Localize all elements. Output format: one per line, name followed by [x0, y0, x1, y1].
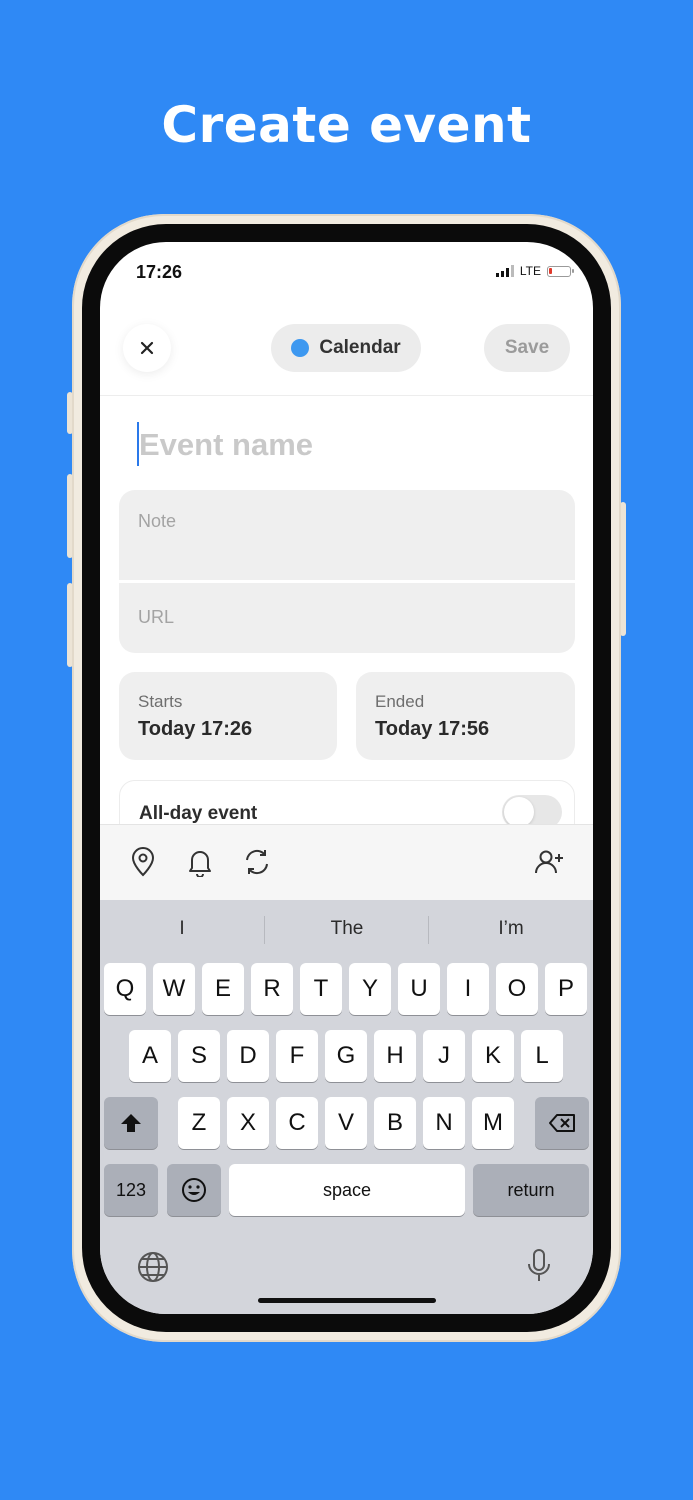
ends-picker[interactable]: Ended Today 17:56	[356, 672, 575, 760]
starts-label: Starts	[138, 692, 183, 711]
bell-icon	[189, 851, 211, 877]
key-r[interactable]: R	[251, 963, 293, 1015]
key-m[interactable]: M	[472, 1097, 514, 1149]
return-key[interactable]: return	[473, 1164, 589, 1216]
ends-label: Ended	[375, 692, 425, 711]
globe-button[interactable]	[136, 1250, 170, 1289]
event-name-input[interactable]: Event name	[139, 427, 313, 463]
backspace-icon	[549, 1114, 575, 1132]
key-k[interactable]: K	[472, 1030, 514, 1082]
shift-icon	[121, 1114, 141, 1132]
key-b[interactable]: B	[374, 1097, 416, 1149]
key-z[interactable]: Z	[178, 1097, 220, 1149]
dictation-button[interactable]	[526, 1248, 552, 1291]
key-n[interactable]: N	[423, 1097, 465, 1149]
suggestion[interactable]: I	[100, 918, 264, 940]
alert-button[interactable]	[183, 845, 217, 879]
url-placeholder: URL	[138, 607, 175, 627]
all-day-label: All-day event	[139, 803, 258, 824]
keyboard: I The I’m QWERTYUIOP ASDFGHJKL ZXCVBNM 1…	[100, 900, 593, 1314]
url-field[interactable]: URL	[119, 583, 575, 653]
key-d[interactable]: D	[227, 1030, 269, 1082]
close-icon	[140, 341, 154, 355]
calendar-selector[interactable]: Calendar	[271, 324, 421, 372]
headline: Create event	[161, 96, 532, 154]
repeat-button[interactable]	[240, 845, 274, 879]
delete-key[interactable]	[535, 1097, 589, 1149]
key-y[interactable]: Y	[349, 963, 391, 1015]
key-f[interactable]: F	[276, 1030, 318, 1082]
calendar-label: Calendar	[319, 337, 401, 358]
close-button[interactable]	[123, 324, 171, 372]
key-g[interactable]: G	[325, 1030, 367, 1082]
battery-icon	[547, 265, 574, 277]
key-x[interactable]: X	[227, 1097, 269, 1149]
key-i[interactable]: I	[447, 963, 489, 1015]
status-indicators: LTE	[495, 264, 574, 278]
key-w[interactable]: W	[153, 963, 195, 1015]
home-indicator	[258, 1298, 436, 1303]
key-p[interactable]: P	[545, 963, 587, 1015]
numbers-key[interactable]: 123	[104, 1164, 158, 1216]
suggestion[interactable]: The	[265, 918, 429, 940]
key-v[interactable]: V	[325, 1097, 367, 1149]
space-key[interactable]: space	[229, 1164, 465, 1216]
network-type: LTE	[519, 264, 541, 278]
note-field[interactable]: Note	[119, 490, 575, 580]
note-placeholder: Note	[138, 511, 177, 531]
starts-picker[interactable]: Starts Today 17:26	[119, 672, 337, 760]
key-a[interactable]: A	[129, 1030, 171, 1082]
globe-icon	[138, 1252, 168, 1282]
invite-button[interactable]	[532, 845, 566, 879]
key-c[interactable]: C	[276, 1097, 318, 1149]
ends-value: Today 17:56	[375, 718, 490, 740]
calendar-color-dot	[291, 339, 310, 357]
key-e[interactable]: E	[202, 963, 244, 1015]
header-divider	[100, 395, 593, 396]
event-options-toolbar	[100, 824, 593, 901]
phone-screen: 17:26 LTE Calendar Save Event name Note …	[100, 242, 593, 1314]
key-j[interactable]: J	[423, 1030, 465, 1082]
starts-value: Today 17:26	[138, 718, 253, 740]
key-l[interactable]: L	[521, 1030, 563, 1082]
signal-icon	[495, 265, 514, 277]
microphone-icon	[528, 1249, 550, 1281]
suggestion-bar: I The I’m	[100, 912, 593, 948]
key-s[interactable]: S	[178, 1030, 220, 1082]
emoji-icon	[182, 1178, 206, 1202]
key-h[interactable]: H	[374, 1030, 416, 1082]
emoji-key[interactable]	[167, 1164, 221, 1216]
add-person-icon	[535, 850, 563, 874]
suggestion[interactable]: I’m	[429, 918, 593, 940]
key-q[interactable]: Q	[104, 963, 146, 1015]
status-time: 17:26	[136, 262, 183, 282]
key-t[interactable]: T	[300, 963, 342, 1015]
repeat-icon	[246, 849, 268, 875]
location-button[interactable]	[126, 845, 160, 879]
shift-key[interactable]	[104, 1097, 158, 1149]
toggle-knob	[504, 797, 534, 827]
location-pin-icon	[131, 847, 155, 877]
key-o[interactable]: O	[496, 963, 538, 1015]
save-button[interactable]: Save	[484, 324, 570, 372]
key-u[interactable]: U	[398, 963, 440, 1015]
